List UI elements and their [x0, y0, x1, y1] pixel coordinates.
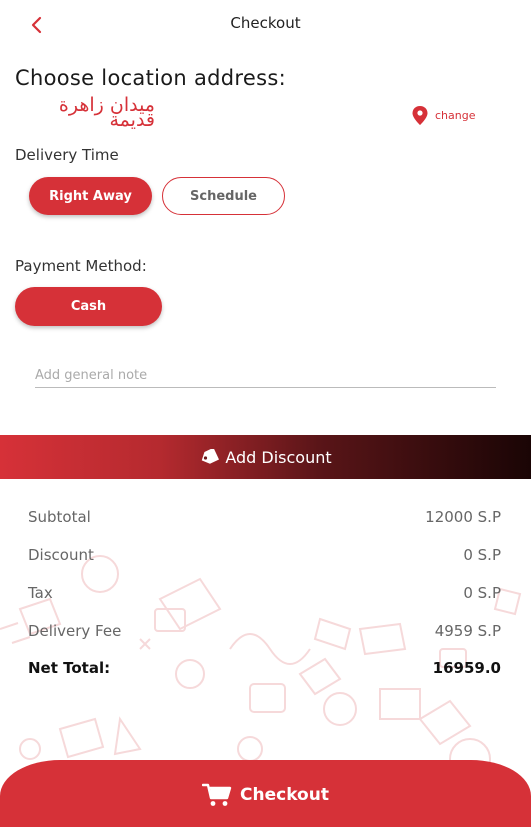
tag-icon [202, 449, 220, 464]
summary-row-delivery-fee: Delivery Fee 4959 S.P [28, 622, 501, 640]
location-heading: Choose location address: [15, 66, 286, 90]
subtotal-label: Subtotal [28, 508, 91, 526]
general-note-field[interactable] [35, 364, 496, 388]
subtotal-value: 12000 S.P [425, 508, 501, 526]
cart-icon [202, 783, 232, 806]
discount-label: Discount [28, 546, 94, 564]
cash-button[interactable]: Cash [15, 287, 162, 326]
summary-row-net-total: Net Total: 16959.0 [28, 659, 501, 677]
tax-label: Tax [28, 584, 53, 602]
schedule-button[interactable]: Schedule [162, 177, 285, 215]
general-note-input[interactable] [35, 364, 496, 387]
right-away-button[interactable]: Right Away [29, 177, 152, 215]
checkout-button[interactable]: Checkout [0, 760, 531, 827]
add-discount-label: Add Discount [225, 447, 332, 467]
location-name: ميدان زاهرة قديمة [58, 94, 155, 131]
discount-value: 0 S.P [463, 546, 501, 564]
net-total-label: Net Total: [28, 659, 111, 677]
payment-method-label: Payment Method: [15, 257, 147, 275]
header: Checkout [0, 0, 531, 50]
delivery-time-label: Delivery Time [15, 146, 119, 164]
tax-value: 0 S.P [463, 584, 501, 602]
change-label: change [435, 109, 476, 122]
change-location-button[interactable]: change [412, 106, 475, 125]
summary-row-discount: Discount 0 S.P [28, 546, 501, 564]
page-title: Checkout [230, 14, 301, 32]
map-pin-icon [412, 106, 428, 125]
delivery-fee-value: 4959 S.P [434, 622, 501, 640]
summary-row-subtotal: Subtotal 12000 S.P [28, 508, 501, 526]
net-total-value: 16959.0 [432, 659, 501, 677]
checkout-label: Checkout [240, 785, 329, 805]
delivery-fee-label: Delivery Fee [28, 622, 122, 640]
add-discount-button[interactable]: Add Discount [0, 435, 531, 479]
summary-row-tax: Tax 0 S.P [28, 584, 501, 602]
